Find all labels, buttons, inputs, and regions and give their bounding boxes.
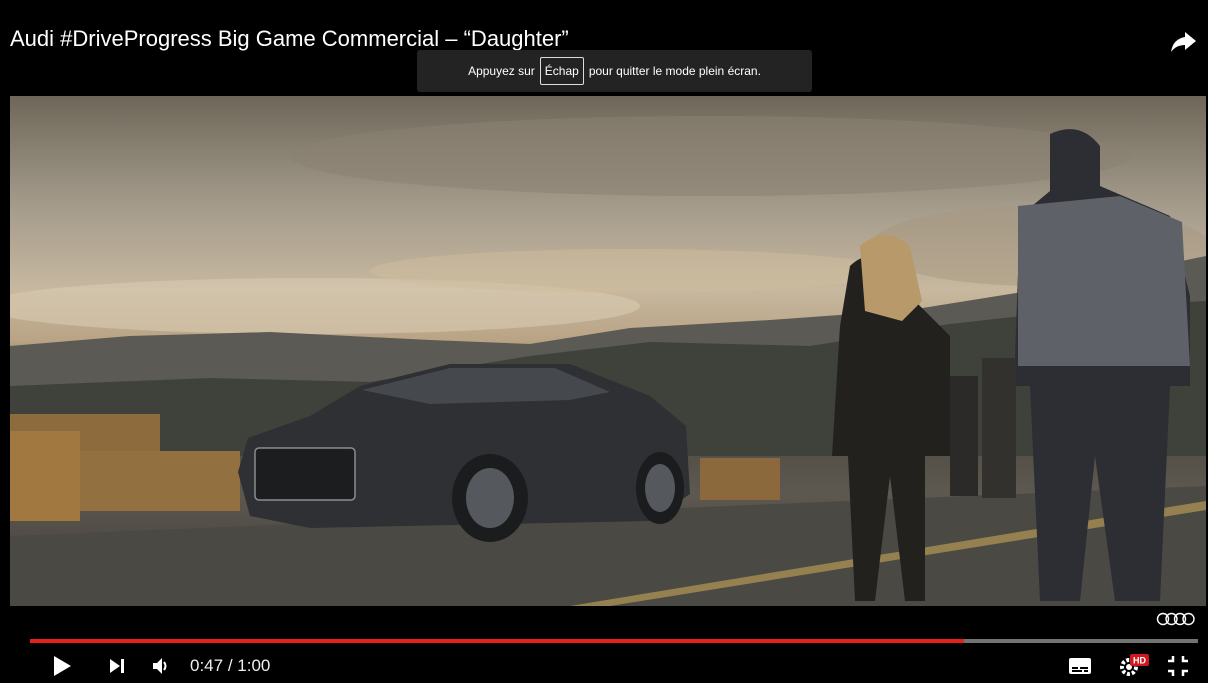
current-time: 0:47 <box>190 656 224 675</box>
subtitles-icon <box>1069 658 1091 674</box>
skip-next-icon <box>110 659 124 673</box>
share-arrow-icon <box>1171 32 1196 52</box>
exit-fullscreen-icon <box>1168 656 1188 676</box>
duration: 1:00 <box>237 656 271 675</box>
hd-badge: HD <box>1133 656 1146 666</box>
video-player[interactable]: Audi #DriveProgress Big Game Commercial … <box>0 0 1208 683</box>
exit-fullscreen-button[interactable] <box>1164 652 1192 680</box>
settings-button[interactable]: HD <box>1116 652 1150 680</box>
video-scene <box>10 116 1206 606</box>
time-display: 0:47 / 1:00 <box>190 656 270 676</box>
next-button[interactable] <box>104 652 130 680</box>
progress-bar[interactable] <box>30 639 1198 643</box>
subtitles-button[interactable] <box>1066 652 1094 680</box>
volume-button[interactable] <box>148 652 174 680</box>
settings-gear-icon: HD <box>1120 654 1149 676</box>
toast-prefix: Appuyez sur <box>468 64 535 78</box>
volume-icon <box>153 658 167 674</box>
play-button[interactable] <box>48 652 76 680</box>
play-icon <box>54 656 71 676</box>
fullscreen-toast: Appuyez sur Échap pour quitter le mode p… <box>417 50 812 92</box>
escape-key-label: Échap <box>539 57 584 85</box>
video-title[interactable]: Audi #DriveProgress Big Game Commercial … <box>10 26 569 52</box>
audi-rings-logo <box>1156 612 1195 626</box>
time-separator: / <box>223 656 238 675</box>
video-frame[interactable] <box>10 96 1206 606</box>
progress-played <box>30 639 965 643</box>
toast-suffix: pour quitter le mode plein écran. <box>588 64 761 78</box>
share-button[interactable] <box>1168 26 1198 56</box>
